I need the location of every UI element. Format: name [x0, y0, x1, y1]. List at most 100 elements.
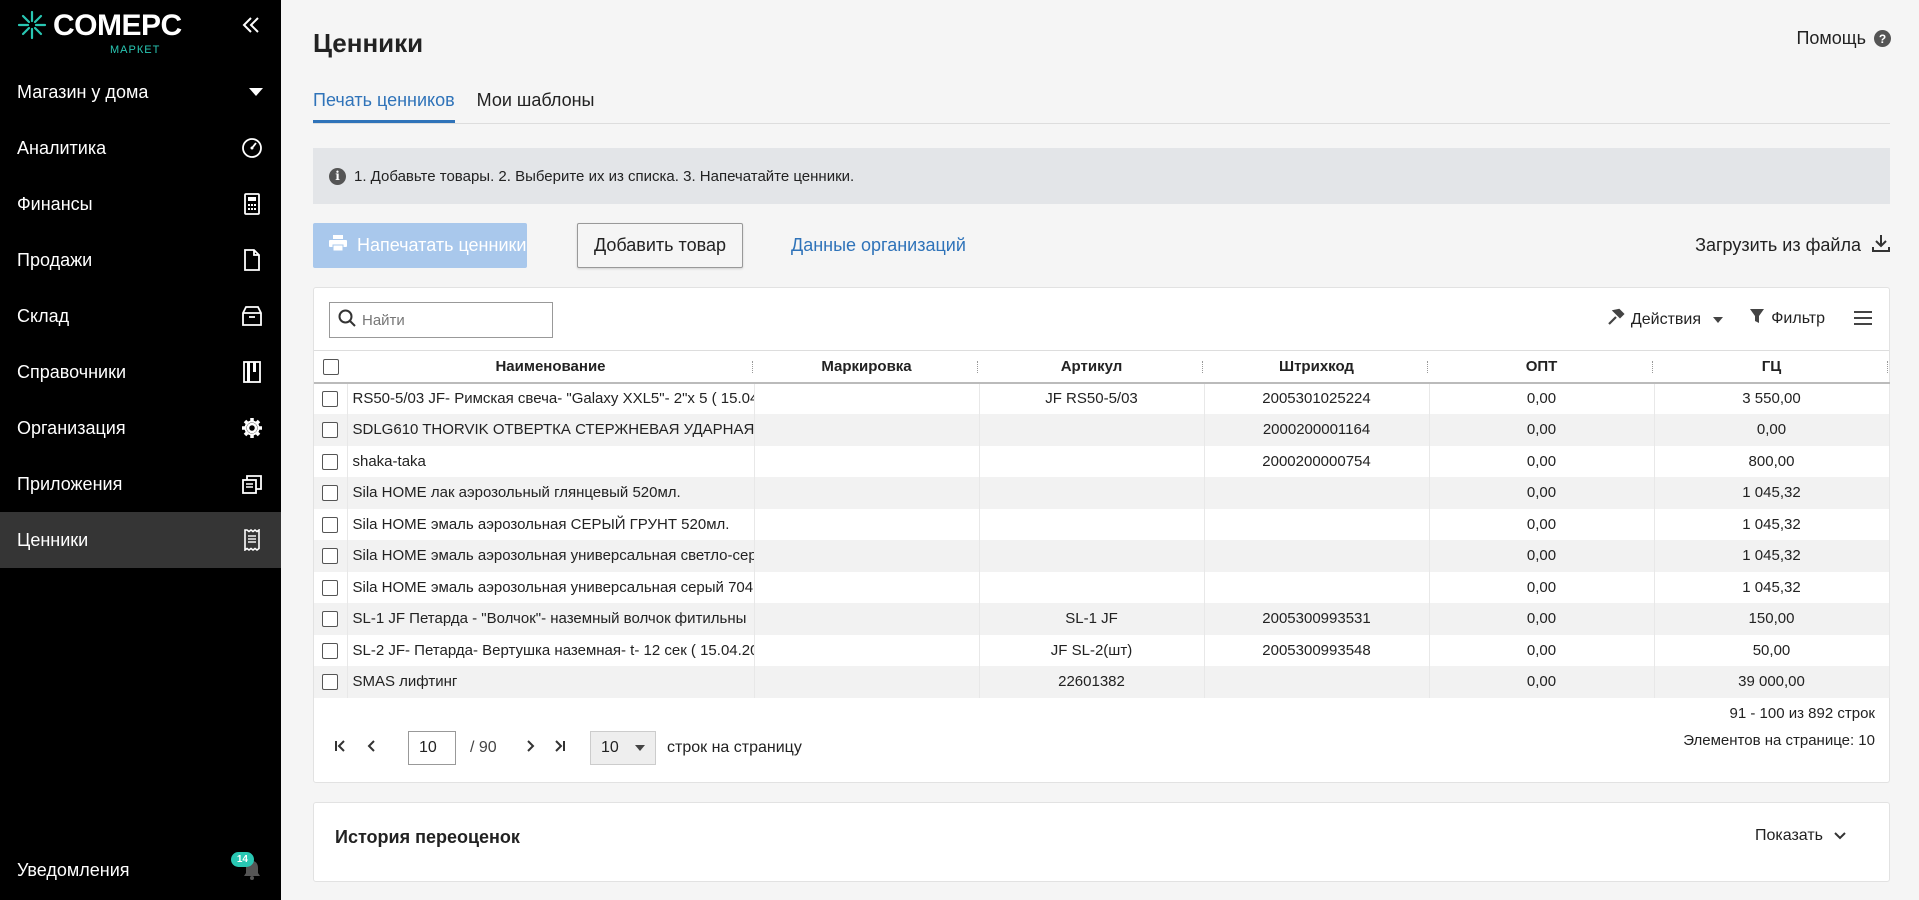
notifications[interactable]: Уведомления 14 — [0, 842, 281, 898]
column-header-opt[interactable]: ОПТ — [1429, 350, 1654, 384]
table-row[interactable]: Sila HOME эмаль аэрозольная универсальна… — [314, 571, 1890, 603]
print-price-tags-button[interactable]: Напечатать ценники — [313, 223, 527, 268]
store-selector[interactable]: Магазин у дома — [17, 72, 267, 112]
add-product-button[interactable]: Добавить товар — [577, 223, 743, 268]
upload-from-file-button[interactable]: Загрузить из файла — [1695, 233, 1891, 258]
sidebar-item-finance[interactable]: Финансы — [0, 176, 281, 232]
sidebar-item-label: Приложения — [17, 473, 123, 494]
next-page-icon[interactable] — [526, 739, 536, 758]
column-header-name[interactable]: Наименование — [347, 350, 754, 384]
table-row[interactable]: SMAS лифтинг 22601382 0,00 39 000,00 — [314, 666, 1890, 698]
sidebar-item-apps[interactable]: Приложения — [0, 456, 281, 512]
tab-my-templates[interactable]: Мои шаблоны — [477, 86, 595, 123]
help-link[interactable]: Помощь ? — [1796, 28, 1891, 49]
cell-barcode: 2005300993531 — [1204, 603, 1430, 635]
row-checkbox[interactable] — [322, 642, 339, 659]
sidebar-item-organization[interactable]: Организация — [0, 400, 281, 456]
cell-name: Sila HOME эмаль аэрозольная универсальна… — [347, 571, 755, 603]
select-all-checkbox[interactable] — [322, 358, 339, 375]
cell-marking — [754, 508, 980, 540]
table-row[interactable]: RS50-5/03 JF- Римская свеча- "Galaxy XXL… — [314, 382, 1890, 414]
help-label: Помощь — [1796, 28, 1866, 48]
info-icon: i — [329, 167, 346, 185]
page-size-select[interactable]: 10 — [590, 731, 656, 765]
row-checkbox[interactable] — [322, 485, 339, 502]
sidebar-item-label: Склад — [17, 305, 70, 326]
chevron-down-icon — [249, 88, 263, 96]
cell-barcode — [1204, 571, 1430, 603]
cell-opt: 0,00 — [1429, 540, 1655, 572]
cell-marking — [754, 477, 980, 509]
cell-opt: 0,00 — [1429, 445, 1655, 477]
cell-marking — [754, 634, 980, 666]
cell-article — [979, 571, 1205, 603]
table-row[interactable]: Sila HOME эмаль аэрозольная СЕРЫЙ ГРУНТ … — [314, 508, 1890, 540]
row-checkbox[interactable] — [322, 453, 339, 470]
column-header-gc[interactable]: ГЦ — [1654, 350, 1889, 384]
cell-article — [979, 414, 1205, 446]
sidebar-item-references[interactable]: Справочники — [0, 344, 281, 400]
table-row[interactable]: SL-1 JF Петарда - "Волчок"- наземный вол… — [314, 603, 1890, 635]
cell-article — [979, 477, 1205, 509]
cell-name: Sila HOME эмаль аэрозольная СЕРЫЙ ГРУНТ … — [347, 508, 755, 540]
calculator-icon — [240, 192, 264, 216]
cell-name: Sila HOME лак аэрозольный глянцевый 520м… — [347, 477, 755, 509]
column-header-marking[interactable]: Маркировка — [754, 350, 979, 384]
cell-marking — [754, 414, 980, 446]
info-text: 1. Добавьте товары. 2. Выберите их из сп… — [354, 167, 855, 185]
column-header-barcode[interactable]: Штрихкод — [1204, 350, 1429, 384]
last-page-icon[interactable] — [554, 739, 566, 758]
chevron-down-icon — [1713, 316, 1723, 323]
products-table: Наименование Маркировка Артикул Штрихкод… — [314, 350, 1890, 698]
row-checkbox[interactable] — [322, 548, 339, 565]
sidebar-item-label: Продажи — [17, 249, 93, 270]
first-page-icon[interactable] — [334, 739, 346, 758]
search-box[interactable] — [329, 302, 553, 338]
search-input[interactable] — [362, 311, 542, 329]
row-checkbox[interactable] — [322, 611, 339, 628]
prev-page-icon[interactable] — [366, 739, 376, 758]
cell-barcode — [1204, 666, 1430, 698]
column-menu-icon[interactable] — [1853, 310, 1873, 331]
cell-article — [979, 540, 1205, 572]
filter-icon — [1749, 308, 1765, 329]
cell-barcode: 2005301025224 — [1204, 382, 1430, 414]
sidebar-item-analytics[interactable]: Аналитика — [0, 120, 281, 176]
filter-button[interactable]: Фильтр — [1749, 308, 1825, 329]
row-checkbox[interactable] — [322, 391, 339, 408]
actions-dropdown[interactable]: Действия — [1607, 308, 1723, 331]
column-header-article[interactable]: Артикул — [979, 350, 1204, 384]
row-checkbox[interactable] — [322, 422, 339, 439]
organization-data-link[interactable]: Данные организаций — [791, 235, 966, 256]
cell-barcode: 2000200001164 — [1204, 414, 1430, 446]
tab-print-price-tags[interactable]: Печать ценников — [313, 86, 455, 123]
total-pages: / 90 — [470, 739, 497, 756]
cell-barcode — [1204, 508, 1430, 540]
page-number-input[interactable]: 10 — [408, 731, 456, 765]
row-checkbox[interactable] — [322, 516, 339, 533]
row-checkbox[interactable] — [322, 579, 339, 596]
sidebar-item-warehouse[interactable]: Склад — [0, 288, 281, 344]
cell-name: RS50-5/03 JF- Римская свеча- "Galaxy XXL… — [347, 382, 755, 414]
logo[interactable]: COMEPC МАРКЕТ — [17, 8, 182, 56]
cell-name: shaka-taka — [347, 445, 755, 477]
cell-marking — [754, 571, 980, 603]
store-name: Магазин у дома — [17, 81, 149, 102]
upload-label: Загрузить из файла — [1695, 235, 1861, 255]
row-select-cell — [314, 634, 348, 666]
history-show-toggle[interactable]: Показать — [1755, 827, 1847, 845]
collapse-sidebar-icon[interactable] — [240, 14, 266, 40]
row-checkbox[interactable] — [322, 674, 339, 691]
cell-barcode — [1204, 540, 1430, 572]
table-row[interactable]: SL-2 JF- Петарда- Вертушка наземная- t- … — [314, 634, 1890, 666]
filter-label: Фильтр — [1771, 309, 1825, 327]
table-row[interactable]: shaka-taka 2000200000754 0,00 800,00 — [314, 445, 1890, 477]
table-row[interactable]: Sila HOME лак аэрозольный глянцевый 520м… — [314, 477, 1890, 509]
sidebar-item-price-tags[interactable]: Ценники — [0, 512, 281, 568]
sidebar-item-sales[interactable]: Продажи — [0, 232, 281, 288]
cell-barcode: 2005300993548 — [1204, 634, 1430, 666]
table-row[interactable]: SDLG610 THORVIK ОТВЕРТКА СТЕРЖНЕВАЯ УДАР… — [314, 414, 1890, 446]
table-row[interactable]: Sila HOME эмаль аэрозольная универсальна… — [314, 540, 1890, 572]
items-per-page-count: Элементов на странице: 10 — [1683, 732, 1875, 749]
notifications-badge: 14 — [230, 852, 254, 867]
